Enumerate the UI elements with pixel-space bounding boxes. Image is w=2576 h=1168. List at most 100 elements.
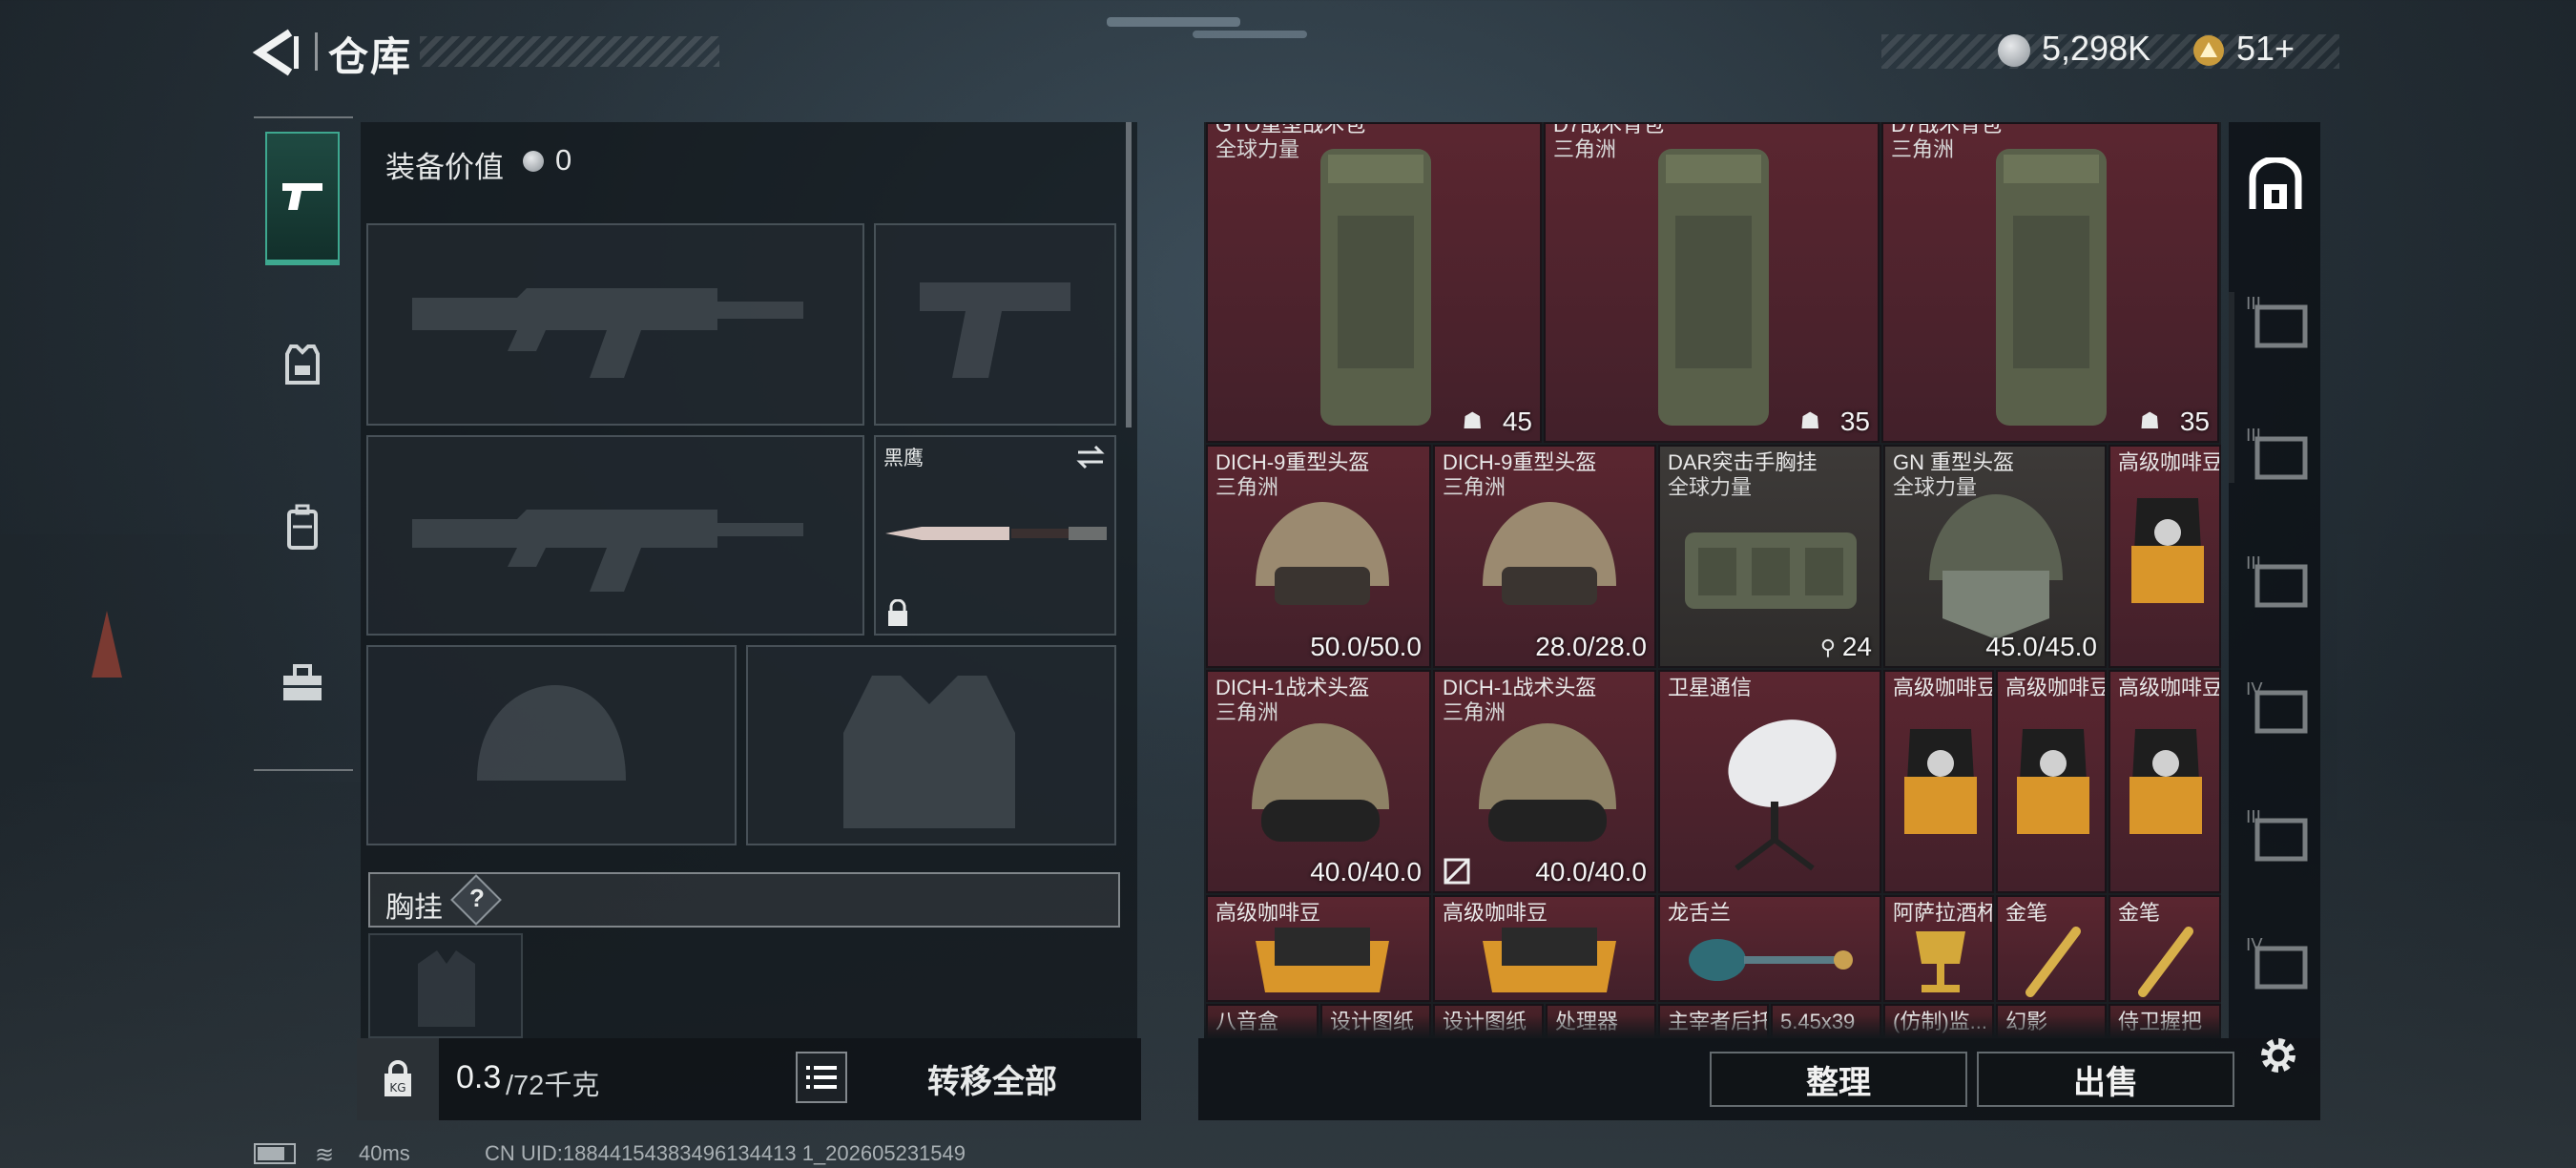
- helmet-slot[interactable]: [366, 645, 737, 845]
- backpack-icon: [287, 504, 318, 550]
- capacity-icon: ☗: [2139, 408, 2160, 434]
- helmet-icon: [1479, 723, 1616, 842]
- container-tab-3[interactable]: III: [2244, 420, 2313, 489]
- inventory-item[interactable]: 高级咖啡豆: [1883, 670, 1994, 893]
- coin-icon: [523, 151, 544, 172]
- title-divider: [315, 32, 318, 71]
- inventory-item[interactable]: 卫星通信: [1658, 670, 1881, 893]
- svg-text:IV: IV: [2246, 935, 2263, 955]
- chest-rig-header[interactable]: 胸挂 ?: [368, 872, 1120, 928]
- melee-name: 黑鹰: [883, 448, 924, 469]
- weight-max: /72千克: [506, 1071, 600, 1101]
- inventory-item[interactable]: 金笔: [2109, 895, 2221, 1002]
- rig-capacity-icon: ⚲: [1819, 636, 1836, 659]
- goblet-icon: [1916, 931, 1965, 992]
- body-armor-slot[interactable]: [746, 645, 1116, 845]
- weight-icon: KG: [384, 1060, 411, 1096]
- page-title: 仓库: [328, 34, 413, 79]
- container-tab-6[interactable]: III: [2244, 802, 2313, 870]
- rig-silhouette-icon: [418, 950, 475, 1027]
- crate-icon: III: [2246, 426, 2308, 480]
- transfer-all-button[interactable]: 转移全部: [859, 1044, 1126, 1113]
- gold-pen-icon: [2025, 927, 2081, 997]
- container-tab-safe[interactable]: [2244, 153, 2307, 216]
- inventory-item[interactable]: 高级咖啡豆: [1996, 670, 2107, 893]
- gold-pen-icon: [2138, 927, 2193, 997]
- inventory-item[interactable]: 高级咖啡豆: [2109, 445, 2221, 668]
- inventory-item[interactable]: DICH-1战术头盔 三角洲 40.0/40.0: [1433, 670, 1656, 893]
- item-capacity: 35: [1839, 407, 1870, 436]
- traffic-cone-decoration: [92, 611, 122, 678]
- currency-value: 5,298K: [2042, 29, 2151, 68]
- inventory-item[interactable]: GN 重型头盔 全球力量 45.0/45.0: [1883, 445, 2107, 668]
- item-name: 高级咖啡豆: [2118, 450, 2221, 474]
- inventory-item[interactable]: 高级咖啡豆: [1433, 895, 1656, 1002]
- sidebar-top-line: [254, 116, 353, 118]
- item-name: 高级咖啡豆: [1893, 676, 1994, 699]
- helmet-icon: [1256, 502, 1389, 605]
- pistol-icon: [282, 183, 322, 210]
- organize-button[interactable]: 整理: [1710, 1052, 1967, 1107]
- help-icon[interactable]: ?: [469, 884, 485, 913]
- backpack-icon: [1658, 149, 1769, 426]
- inventory-item[interactable]: D7战术背包 三角洲 35 ☗: [1881, 122, 2219, 443]
- coffee-bag-icon: [2129, 729, 2202, 834]
- wifi-icon: ≋: [315, 1142, 335, 1168]
- safe-box-icon: [2249, 157, 2302, 209]
- backpack-icon: [1996, 149, 2107, 426]
- tab-armor[interactable]: [265, 298, 340, 431]
- list-view-button[interactable]: [796, 1052, 847, 1103]
- helmet-icon: [1929, 494, 2063, 639]
- ping-value: 40ms: [359, 1141, 410, 1165]
- item-name: D7战术背包: [1553, 122, 1665, 136]
- backpack-icon: [1320, 149, 1431, 426]
- item-name: D7战术背包: [1891, 122, 2003, 136]
- inventory-item[interactable]: 龙舌兰: [1658, 895, 1881, 1002]
- item-name: DICH-9重型头盔: [1215, 450, 1370, 474]
- helmet-icon: [1252, 723, 1389, 842]
- item-name: 金笔: [2118, 901, 2161, 925]
- inventory-item[interactable]: 金笔: [1996, 895, 2107, 1002]
- coin-icon: [1998, 34, 2030, 67]
- pistol-silhouette-icon: [920, 282, 1070, 378]
- tab-backpack[interactable]: [265, 460, 340, 594]
- inventory-item[interactable]: DAR突击手胸挂 全球力量 24 ⚲: [1658, 445, 1881, 668]
- container-tab-5[interactable]: IV: [2244, 674, 2313, 742]
- container-tab-2[interactable]: III: [2244, 288, 2313, 357]
- inventory-item[interactable]: 高级咖啡豆: [1206, 895, 1431, 1002]
- item-durability: 28.0/28.0: [1535, 632, 1647, 661]
- gear-icon[interactable]: [2255, 1032, 2301, 1078]
- item-source: 三角洲: [1215, 700, 1279, 724]
- inventory-item[interactable]: DICH-9重型头盔 三角洲 28.0/28.0: [1433, 445, 1656, 668]
- inventory-item[interactable]: 高级咖啡豆: [2109, 670, 2221, 893]
- capacity-icon: ☗: [1462, 408, 1483, 434]
- crate-icon: IV: [2246, 679, 2308, 734]
- inventory-item[interactable]: D7战术背包 三角洲 35 ☗: [1544, 122, 1880, 443]
- rig-slot[interactable]: [368, 933, 523, 1038]
- item-name: GN 重型头盔: [1893, 450, 2015, 474]
- chest-rig-icon: [1685, 532, 1857, 609]
- inventory-item[interactable]: DICH-1战术头盔 三角洲 40.0/40.0: [1206, 670, 1431, 893]
- container-tab-4[interactable]: III: [2244, 548, 2313, 616]
- secondary-weapon-slot[interactable]: [366, 435, 864, 636]
- item-capacity: 24: [1841, 632, 1872, 661]
- sidearm-slot[interactable]: [874, 223, 1116, 426]
- item-name: 高级咖啡豆: [2005, 676, 2107, 699]
- crate-icon: IV: [2246, 935, 2308, 990]
- loadout-scrollbar[interactable]: [1126, 122, 1132, 428]
- tickets-value[interactable]: 51+: [2236, 29, 2295, 69]
- inventory-item[interactable]: GTO重型战术包 全球力量 45 ☗: [1206, 122, 1542, 443]
- back-arrow-icon[interactable]: [252, 29, 301, 76]
- sell-button[interactable]: 出售: [1977, 1052, 2234, 1107]
- tab-weapons[interactable]: [265, 132, 340, 265]
- weight-lock-button[interactable]: KG: [357, 1038, 439, 1120]
- equip-value: 0: [555, 143, 572, 177]
- tab-toolbox[interactable]: [265, 616, 340, 750]
- swap-icon[interactable]: [1074, 441, 1107, 473]
- primary-weapon-slot[interactable]: [366, 223, 864, 426]
- item-name: 阿萨拉酒杯: [1893, 901, 1994, 925]
- inventory-item[interactable]: 阿萨拉酒杯: [1883, 895, 1994, 1002]
- melee-slot[interactable]: 黑鹰: [874, 435, 1116, 636]
- inventory-item[interactable]: DICH-9重型头盔 三角洲 50.0/50.0: [1206, 445, 1431, 668]
- container-tab-7[interactable]: IV: [2244, 929, 2313, 998]
